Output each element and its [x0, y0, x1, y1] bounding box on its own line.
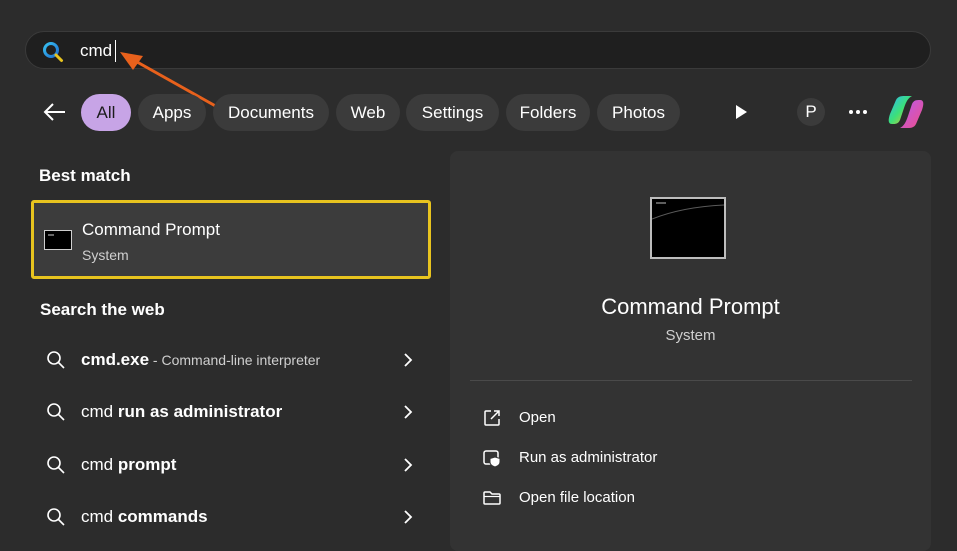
profile-avatar[interactable]: P	[797, 98, 825, 126]
search-icon	[47, 508, 65, 526]
tab-web[interactable]: Web	[336, 94, 400, 131]
tab-apps[interactable]: Apps	[138, 94, 206, 131]
web-suggestion-item[interactable]: cmd.exe - Command-line interpreter	[31, 338, 431, 382]
tab-photos[interactable]: Photos	[597, 94, 680, 131]
command-prompt-preview-icon	[650, 197, 726, 259]
divider	[470, 380, 912, 381]
search-icon	[47, 456, 65, 474]
copilot-icon[interactable]	[886, 94, 926, 130]
open-file-location-action[interactable]: Open file location	[470, 480, 910, 516]
tab-settings[interactable]: Settings	[406, 94, 499, 131]
search-icon	[47, 403, 65, 421]
chevron-right-icon	[404, 405, 413, 419]
web-suggestion-item[interactable]: cmd run as administrator	[31, 390, 431, 434]
open-action-label: Open	[519, 409, 556, 426]
details-title: Command Prompt	[601, 294, 780, 319]
search-icon	[47, 351, 65, 369]
tab-documents[interactable]: Documents	[213, 94, 329, 131]
best-match-subtitle: System	[82, 247, 129, 263]
web-suggestion-item[interactable]: cmd commands	[31, 495, 431, 539]
more-options-icon[interactable]	[845, 102, 871, 122]
text-caret	[115, 40, 116, 62]
shield-admin-icon	[483, 450, 501, 468]
open-external-icon	[484, 410, 500, 426]
play-icon[interactable]	[729, 100, 753, 124]
web-suggestion-label: cmd run as administrator	[81, 402, 283, 421]
web-suggestion-label: cmd prompt	[81, 455, 177, 474]
back-arrow-icon[interactable]	[40, 97, 70, 127]
tab-all[interactable]: All	[81, 94, 131, 131]
web-suggestion-item[interactable]: cmd prompt	[31, 443, 431, 487]
web-suggestion-label: cmd commands	[81, 507, 208, 526]
open-action[interactable]: Open	[470, 400, 910, 436]
folder-icon	[483, 491, 501, 505]
best-match-heading: Best match	[39, 166, 131, 185]
chevron-right-icon	[404, 353, 413, 367]
search-web-heading: Search the web	[40, 300, 165, 319]
search-icon	[43, 42, 63, 62]
command-prompt-icon	[44, 230, 72, 250]
tab-folders[interactable]: Folders	[506, 94, 590, 131]
open-file-location-label: Open file location	[519, 489, 635, 506]
run-as-admin-label: Run as administrator	[519, 449, 658, 466]
details-panel: Command Prompt System Open Run as admini…	[450, 151, 931, 551]
details-subtitle: System	[665, 327, 716, 344]
search-input[interactable]: cmd	[80, 41, 112, 61]
web-suggestion-label: cmd.exe - Command-line interpreter	[81, 350, 321, 369]
best-match-result[interactable]: Command Prompt System	[31, 200, 431, 279]
run-as-admin-action[interactable]: Run as administrator	[470, 440, 910, 476]
best-match-title: Command Prompt	[82, 220, 220, 239]
chevron-right-icon	[404, 458, 413, 472]
search-box[interactable]: cmd	[25, 31, 931, 69]
